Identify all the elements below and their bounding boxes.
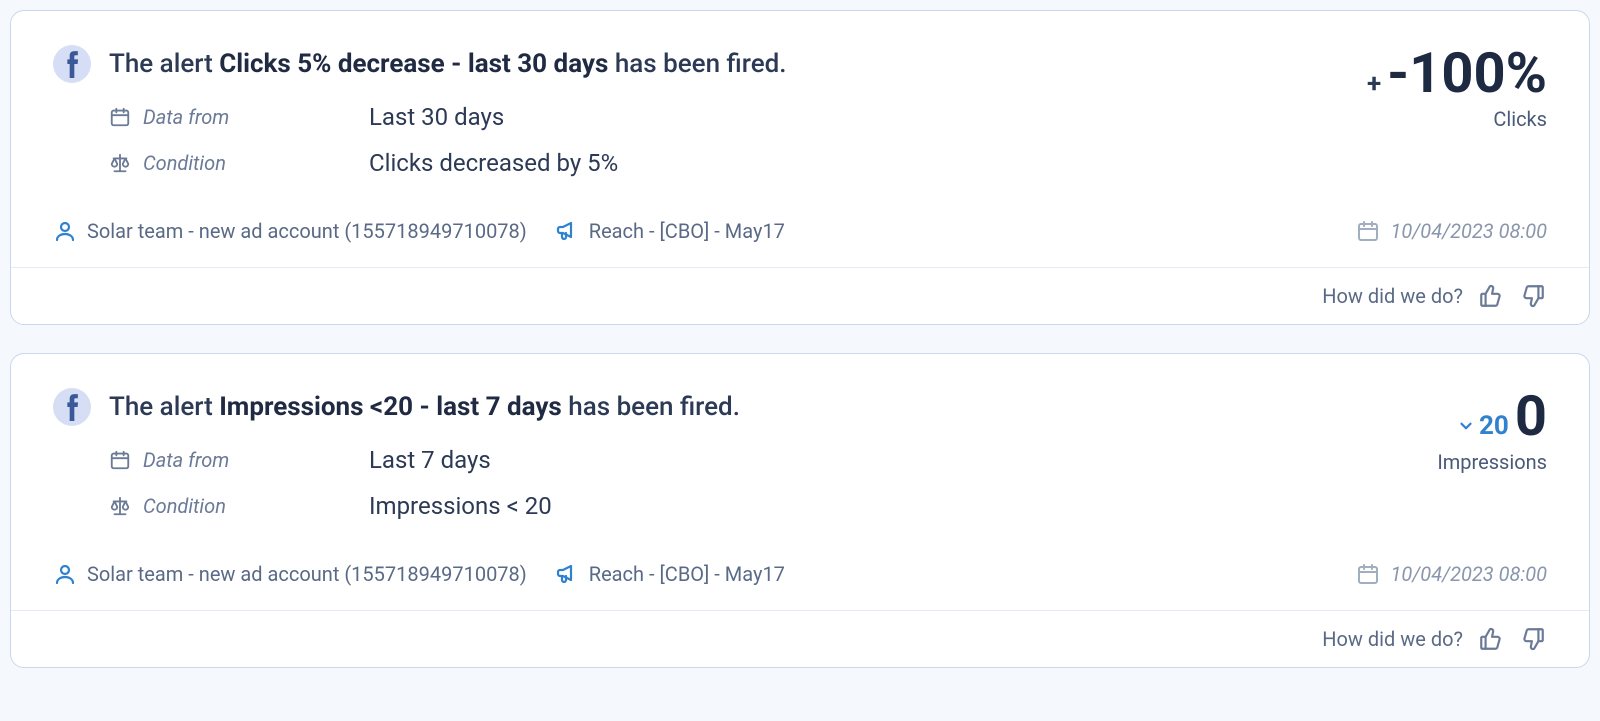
scale-icon [109,495,131,517]
condition-label: Condition [143,151,226,175]
alert-feedback: How did we do? [11,268,1589,324]
alert-title-name: Impressions <20 - last 7 days [219,392,562,422]
detail-label: Condition [109,494,369,518]
metric-value-row: 20 0 [1457,388,1547,444]
alert-left: The alert Clicks 5% decrease - last 30 d… [53,45,1349,195]
feedback-label: How did we do? [1322,284,1463,308]
data-from-label: Data from [143,448,229,472]
alert-left: The alert Impressions <20 - last 7 days … [53,388,1419,538]
detail-label: Data from [109,105,369,129]
calendar-icon [1356,219,1380,243]
meta-campaign[interactable]: Reach - [CBO] - May17 [555,562,785,586]
alert-title-row: The alert Impressions <20 - last 7 days … [53,388,1419,426]
metric-value: 0 [1515,388,1547,444]
calendar-icon [109,106,131,128]
metric-label: Clicks [1493,107,1547,131]
metric-prefix: 20 [1457,411,1509,441]
campaign-text: Reach - [CBO] - May17 [589,219,785,243]
detail-label: Condition [109,151,369,175]
facebook-icon [53,45,91,83]
alert-meta: Solar team - new ad account (15571894971… [11,205,1589,268]
megaphone-icon [555,562,579,586]
alert-details: Data from Last 30 days Condition Clicks … [109,103,1349,177]
condition-value: Clicks decreased by 5% [369,149,618,177]
alert-title-suffix: has been fired. [562,392,740,422]
account-text: Solar team - new ad account (15571894971… [87,219,527,243]
threshold-value: 20 [1479,411,1509,441]
metric-block: 20 0 Impressions [1437,388,1547,474]
meta-account[interactable]: Solar team - new ad account (15571894971… [53,219,527,243]
data-from-label: Data from [143,105,229,129]
condition-label: Condition [143,494,226,518]
thumbs-down-button[interactable] [1519,282,1547,310]
facebook-icon [53,388,91,426]
alert-title: The alert Impressions <20 - last 7 days … [109,392,740,422]
alert-title-suffix: has been fired. [608,49,786,79]
campaign-text: Reach - [CBO] - May17 [589,562,785,586]
data-from-value: Last 30 days [369,103,504,131]
meta-account[interactable]: Solar team - new ad account (15571894971… [53,562,527,586]
alert-title-prefix: The alert [109,392,219,422]
detail-condition: Condition Clicks decreased by 5% [109,149,1349,177]
thumbs-down-button[interactable] [1519,625,1547,653]
account-text: Solar team - new ad account (15571894971… [87,562,527,586]
detail-data-from: Data from Last 7 days [109,446,1419,474]
calendar-icon [1356,562,1380,586]
metric-label: Impressions [1437,450,1547,474]
megaphone-icon [555,219,579,243]
alert-title-row: The alert Clicks 5% decrease - last 30 d… [53,45,1349,83]
thumbs-down-icon [1520,283,1546,309]
thumbs-up-button[interactable] [1477,282,1505,310]
metric-prefix: + [1367,69,1381,99]
metric-block: + -100% Clicks [1367,45,1547,131]
meta-campaign[interactable]: Reach - [CBO] - May17 [555,219,785,243]
alert-header: The alert Impressions <20 - last 7 days … [11,354,1589,548]
condition-value: Impressions < 20 [369,492,552,520]
calendar-icon [109,449,131,471]
feedback-label: How did we do? [1322,627,1463,651]
detail-label: Data from [109,448,369,472]
data-from-value: Last 7 days [369,446,491,474]
chevron-down-icon [1457,417,1475,435]
meta-timestamp: 10/04/2023 08:00 [1356,219,1547,243]
metric-value-row: + -100% [1367,45,1547,101]
alert-title: The alert Clicks 5% decrease - last 30 d… [109,49,787,79]
detail-data-from: Data from Last 30 days [109,103,1349,131]
alert-header: The alert Clicks 5% decrease - last 30 d… [11,11,1589,205]
alert-title-prefix: The alert [109,49,219,79]
person-icon [53,219,77,243]
alert-details: Data from Last 7 days Condition Impressi… [109,446,1419,520]
timestamp-text: 10/04/2023 08:00 [1390,219,1547,243]
alert-meta: Solar team - new ad account (15571894971… [11,548,1589,611]
timestamp-text: 10/04/2023 08:00 [1390,562,1547,586]
scale-icon [109,152,131,174]
person-icon [53,562,77,586]
detail-condition: Condition Impressions < 20 [109,492,1419,520]
thumbs-down-icon [1520,626,1546,652]
alert-title-name: Clicks 5% decrease - last 30 days [219,49,608,79]
thumbs-up-button[interactable] [1477,625,1505,653]
alert-card: The alert Impressions <20 - last 7 days … [10,353,1590,668]
alert-feedback: How did we do? [11,611,1589,667]
thumbs-up-icon [1478,626,1504,652]
thumbs-up-icon [1478,283,1504,309]
metric-value: -100% [1387,45,1547,101]
alert-card: The alert Clicks 5% decrease - last 30 d… [10,10,1590,325]
meta-timestamp: 10/04/2023 08:00 [1356,562,1547,586]
